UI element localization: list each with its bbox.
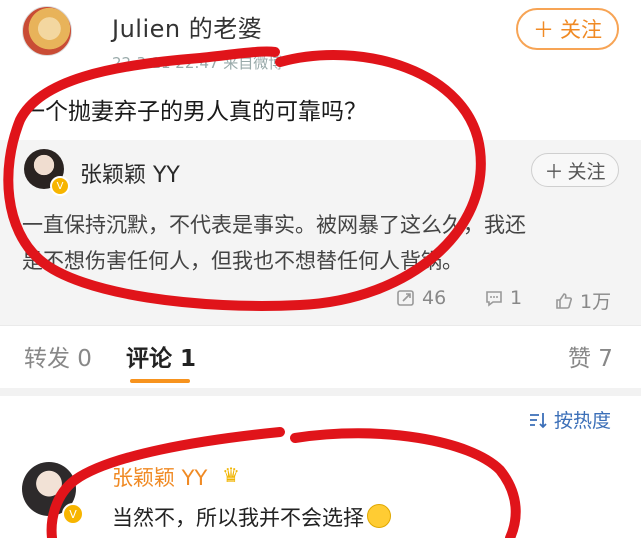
sort-by-hot-button[interactable]: 按热度 [528, 406, 611, 433]
quoted-follow-button[interactable]: ＋ 关注 [531, 153, 619, 187]
repost-stat[interactable]: 46 [396, 287, 446, 309]
comment-text: 当然不，所以我并不会选择 [112, 502, 391, 532]
sort-icon [530, 412, 547, 428]
thumbs-up-icon [556, 292, 572, 309]
divider [0, 325, 641, 326]
like-count: 1万 [580, 291, 612, 313]
quoted-text-line: 一直保持沉默，不代表是事实。被网暴了这么久，我还 [22, 213, 526, 237]
active-tab-indicator [130, 379, 190, 383]
comment-count: 1 [510, 287, 523, 309]
quoted-author-name[interactable]: 张颖颖 YY [80, 157, 180, 189]
quoted-text-line: 是不想伤害任何人，但我也不想替任何人背锅。 [22, 249, 463, 273]
plus-icon: ＋ [544, 160, 564, 183]
follow-button[interactable]: ＋ 关注 [516, 8, 619, 50]
tab-repost[interactable]: 转发 0 [24, 339, 92, 373]
verified-badge-icon: V [62, 503, 84, 525]
verified-badge-icon: V [50, 176, 70, 196]
comment-text-content: 当然不，所以我并不会选择 [112, 506, 364, 530]
author-avatar[interactable] [22, 6, 72, 56]
quoted-follow-label: 关注 [567, 160, 606, 183]
like-stat[interactable]: 1万 [554, 287, 611, 314]
section-separator [0, 388, 641, 396]
post-meta: 22-3-11 22:47 来自微博 [112, 54, 284, 72]
quoted-text: 一直保持沉默，不代表是事实。被网暴了这么久，我还 是不想伤害任何人，但我也不想替… [22, 207, 622, 279]
repost-count: 46 [422, 287, 447, 309]
repost-icon [397, 290, 414, 306]
laughing-emoji-icon [367, 504, 391, 528]
commenter-name[interactable]: 张颖颖 YY [112, 462, 207, 492]
follow-button-label: 关注 [560, 18, 602, 42]
comment-icon [486, 291, 502, 307]
comment-stat[interactable]: 1 [484, 287, 522, 309]
plus-icon: ＋ [533, 18, 554, 42]
tab-like[interactable]: 赞 7 [568, 339, 613, 373]
crown-icon: ♛ [222, 463, 240, 487]
author-name[interactable]: Julien 的老婆 [112, 9, 262, 44]
post-text: 一个抛妻弃子的男人真的可靠吗？ [22, 99, 367, 125]
tab-comment[interactable]: 评论 1 [126, 339, 196, 373]
sort-label: 按热度 [554, 410, 612, 432]
